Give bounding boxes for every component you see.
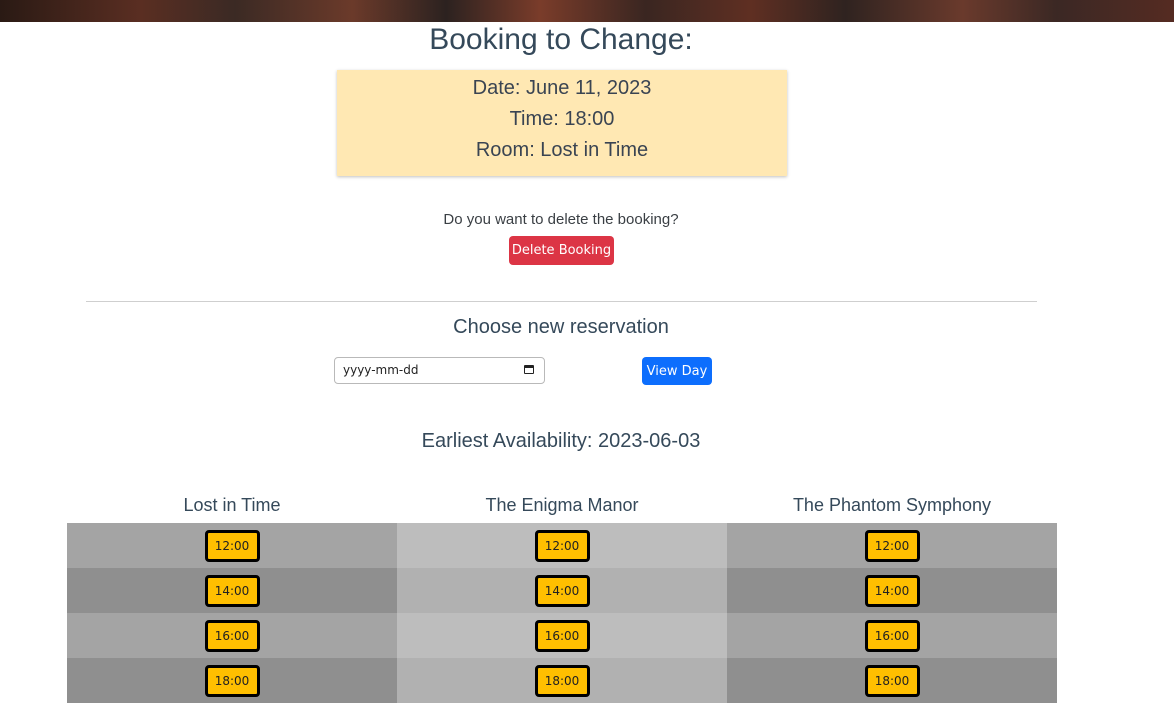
time-slot-row: 16:00 <box>67 613 397 658</box>
room-column: The Enigma Manor 12:00 14:00 16:00 18:00 <box>397 490 727 703</box>
time-slot-button[interactable]: 14:00 <box>204 574 260 607</box>
delete-booking-button[interactable]: Delete Booking <box>509 236 614 265</box>
room-availability-grid: Lost in Time 12:00 14:00 16:00 18:00 The… <box>67 490 1057 703</box>
room-name: The Phantom Symphony <box>792 495 992 515</box>
divider <box>86 301 1037 302</box>
time-slot-row: 12:00 <box>727 523 1057 568</box>
time-slot-button[interactable]: 18:00 <box>204 664 260 697</box>
booking-details-card: Date: June 11, 2023 Time: 18:00 Room: Lo… <box>337 70 787 176</box>
time-slot-row: 18:00 <box>727 658 1057 703</box>
booking-room: Room: Lost in Time <box>475 139 649 161</box>
choose-reservation-title: Choose new reservation <box>453 316 669 338</box>
room-name: Lost in Time <box>183 495 281 515</box>
time-slot-button[interactable]: 16:00 <box>864 619 920 652</box>
view-day-button[interactable]: View Day <box>642 357 712 385</box>
booking-time: Time: 18:00 <box>509 108 615 130</box>
time-slot-row: 14:00 <box>727 568 1057 613</box>
time-slot-row: 14:00 <box>397 568 727 613</box>
time-slot-button[interactable]: 12:00 <box>864 529 920 562</box>
time-slot-button[interactable]: 14:00 <box>534 574 590 607</box>
page-title: Booking to Change: <box>429 23 693 56</box>
time-slot-button[interactable]: 18:00 <box>864 664 920 697</box>
time-slot-row: 16:00 <box>727 613 1057 658</box>
time-slot-row: 18:00 <box>397 658 727 703</box>
room-column: Lost in Time 12:00 14:00 16:00 18:00 <box>67 490 397 703</box>
header-banner-image <box>0 0 1174 22</box>
room-column: The Phantom Symphony 12:00 14:00 16:00 1… <box>727 490 1057 703</box>
time-slot-row: 12:00 <box>67 523 397 568</box>
time-slot-row: 12:00 <box>397 523 727 568</box>
time-slot-row: 16:00 <box>397 613 727 658</box>
time-slot-row: 18:00 <box>67 658 397 703</box>
time-slot-button[interactable]: 16:00 <box>204 619 260 652</box>
date-input[interactable]: yyyy-mm-dd <box>334 357 545 384</box>
room-name: The Enigma Manor <box>485 495 639 515</box>
time-slot-button[interactable]: 12:00 <box>204 529 260 562</box>
time-slot-button[interactable]: 12:00 <box>534 529 590 562</box>
booking-date: Date: June 11, 2023 <box>472 77 652 99</box>
time-slot-row: 14:00 <box>67 568 397 613</box>
calendar-icon[interactable] <box>524 365 534 374</box>
time-slot-button[interactable]: 18:00 <box>534 664 590 697</box>
delete-question: Do you want to delete the booking? <box>443 211 679 228</box>
time-slot-button[interactable]: 14:00 <box>864 574 920 607</box>
earliest-availability: Earliest Availability: 2023-06-03 <box>421 430 701 452</box>
time-slot-button[interactable]: 16:00 <box>534 619 590 652</box>
date-input-placeholder: yyyy-mm-dd <box>343 363 419 377</box>
